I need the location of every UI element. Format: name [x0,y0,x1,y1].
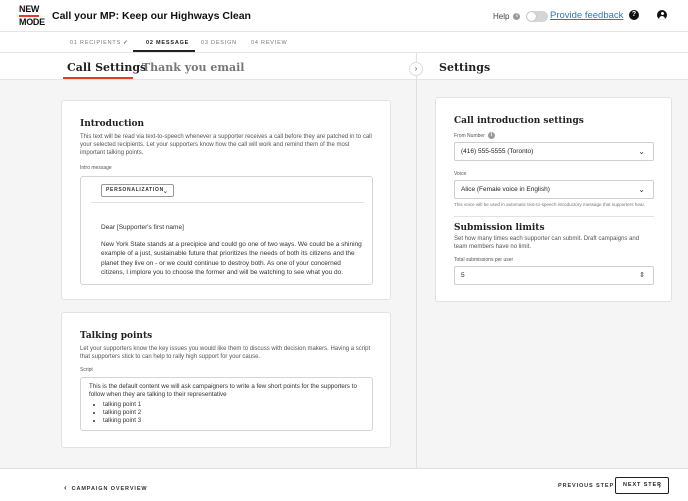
tab-thank-you-email[interactable]: Thank you email [142,61,244,74]
script-label: Script [80,367,93,373]
logo-line-1: NEW [19,4,40,14]
chevron-right-icon: › [414,64,418,73]
script-editor[interactable]: This is the default content we will ask … [80,377,373,431]
editor-toolbar-divider [91,202,364,203]
from-number-select[interactable]: (416) 555-5555 (Toronto) ⌄ [454,142,654,161]
footer-bar: ‹ CAMPAIGN OVERVIEW PREVIOUS STEP NEXT ST… [0,468,688,501]
step-label: 01 RECIPIENTS [70,40,122,46]
chevron-left-icon: ‹ [64,483,68,492]
talking-points-heading: Talking points [80,331,153,341]
voice-label: Voice [454,171,467,177]
voice-value: Alice (Female voice in English) [461,186,550,193]
chevron-down-icon: ⌄ [162,188,169,195]
step-label: 02 MESSAGE [146,40,190,46]
tab-bar: Call Settings Thank you email [0,53,416,80]
provide-feedback-link[interactable]: Provide feedback [550,10,623,21]
check-icon: ✓ [123,40,129,46]
step-navigation: 01 RECIPIENTS ✓ 02 MESSAGE 03 DESIGN 04 R… [0,32,688,53]
app-header: NEW MODE Call your MP: Keep our Highways… [0,0,688,32]
personalization-label: PERSONALIZATION [106,187,164,193]
step-message[interactable]: 02 MESSAGE [146,40,189,46]
help-toggle[interactable] [526,11,549,22]
from-number-value: (416) 555-5555 (Toronto) [461,148,534,155]
chevron-down-icon: ⌄ [638,147,645,156]
chevron-down-icon: ⌄ [638,185,645,194]
settings-card: Call introduction settings From Number i… [435,97,672,302]
info-icon: i [513,13,521,20]
introduction-description: This text will be read via text-to-speec… [80,134,372,156]
active-step-indicator [133,50,195,52]
settings-title-bar: Settings [417,53,688,80]
list-item: talking point 1 [103,401,364,409]
talking-points-card: Talking points Let your supporters know … [61,312,391,448]
introduction-card: Introduction This text will be read via … [61,100,391,300]
page-title: Call your MP: Keep our Highways Clean [52,10,251,22]
intro-message-text[interactable]: Dear [Supporter's first name] New York S… [101,223,363,278]
settings-title: Settings [439,61,491,74]
step-label: 03 DESIGN [201,40,237,46]
updown-stepper-icon[interactable]: ⇕ [639,267,645,284]
step-design[interactable]: 03 DESIGN [201,40,237,46]
personalization-dropdown[interactable]: PERSONALIZATION ⌄ [101,184,174,197]
submission-limits-description: Set how many times each supporter can su… [454,236,640,250]
next-step-label: NEXT STEP [623,482,662,488]
chevron-right-icon: › [658,481,662,490]
step-label: 04 REVIEW [251,40,288,46]
total-submissions-value: 5 [461,272,465,279]
list-item: talking point 2 [103,409,364,417]
step-review[interactable]: 04 REVIEW [251,40,288,46]
campaign-overview-label: CAMPAIGN OVERVIEW [71,486,148,492]
intro-message-editor[interactable]: PERSONALIZATION ⌄ Dear [Supporter's firs… [80,176,373,285]
info-icon[interactable]: i [487,132,495,139]
collapse-panel-button[interactable]: › [409,62,423,76]
list-item: talking point 3 [103,417,364,425]
user-circle-icon[interactable] [657,10,667,20]
newmode-logo[interactable]: NEW MODE [19,4,45,27]
script-intro: This is the default content we will ask … [89,383,357,398]
logo-line-2: MODE [19,17,45,27]
introduction-heading: Introduction [80,119,145,129]
total-submissions-input[interactable]: 5 ⇕ [454,266,654,285]
step-recipients[interactable]: 01 RECIPIENTS ✓ [70,40,128,46]
campaign-overview-link[interactable]: ‹ CAMPAIGN OVERVIEW [64,483,148,492]
from-number-label-text: From Number [454,132,485,139]
talking-points-list: talking point 1 talking point 2 talking … [89,401,364,425]
talking-points-description: Let your supporters know the key issues … [80,346,371,360]
previous-step-button[interactable]: PREVIOUS STEP [558,483,614,489]
tab-call-settings[interactable]: Call Settings [67,61,146,74]
settings-pane: Settings Call introduction settings From… [417,53,688,468]
intro-body: New York State stands at a precipice and… [101,240,362,277]
intro-greeting: Dear [Supporter's first name] [101,224,184,231]
settings-divider [454,216,654,217]
help-label: Help [493,12,510,21]
call-intro-settings-heading: Call introduction settings [454,116,584,126]
voice-select[interactable]: Alice (Female voice in English) ⌄ [454,180,654,199]
message-editor-pane: Call Settings Thank you email Introducti… [0,53,417,468]
from-number-label: From Number i [454,132,653,139]
total-submissions-label: Total submissions per user [454,257,514,263]
voice-help-text: This voice will be used in automatic tex… [454,202,645,207]
question-circle-icon[interactable]: ? [629,10,639,20]
submission-limits-heading: Submission limits [454,223,545,233]
help-toggle-group: Help i [493,11,549,22]
active-tab-indicator [63,77,133,79]
intro-message-label: Intro message [80,165,112,171]
next-step-button[interactable]: NEXT STEP › [615,477,669,494]
